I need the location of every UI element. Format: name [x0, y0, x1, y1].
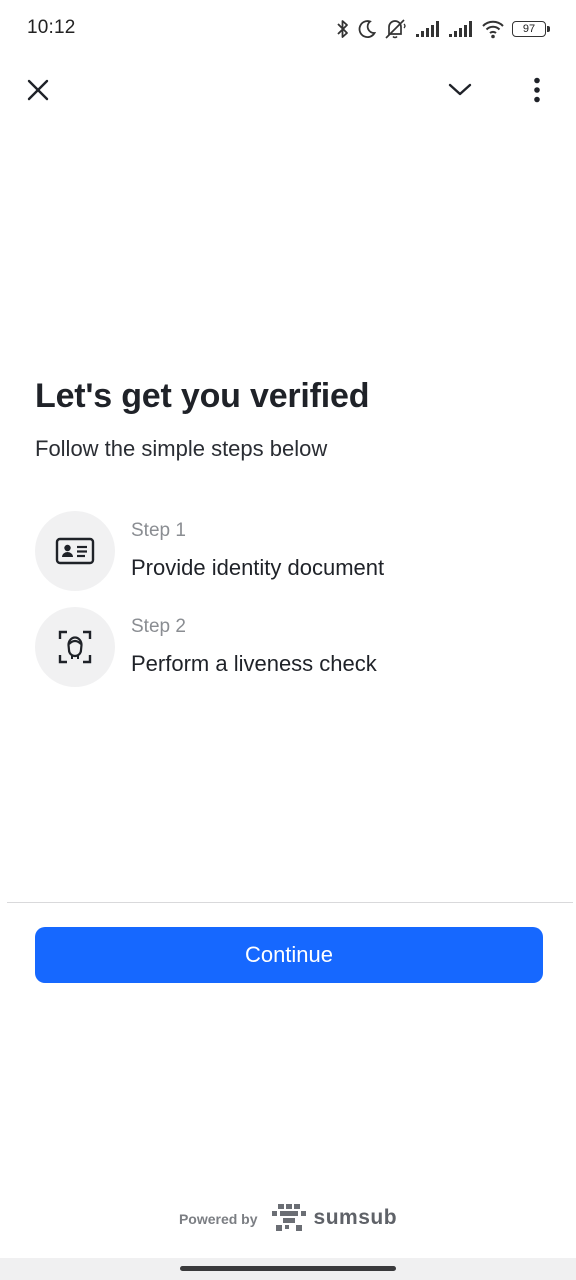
- moon-icon: [358, 20, 377, 38]
- continue-button[interactable]: Continue: [35, 927, 543, 983]
- page-title: Let's get you verified: [35, 377, 370, 415]
- signal-1-icon: [416, 21, 439, 37]
- more-options-button[interactable]: [513, 64, 561, 116]
- page-subtitle: Follow the simple steps below: [35, 436, 328, 461]
- status-bar: 10:12 97: [0, 0, 576, 58]
- step-text: Provide identity document: [131, 555, 385, 580]
- step-icon-circle: [35, 607, 115, 687]
- wifi-icon: [482, 20, 504, 39]
- collapse-button[interactable]: [436, 64, 484, 116]
- step-text: Perform a liveness check: [131, 651, 377, 676]
- more-vert-icon: [534, 77, 540, 103]
- bluetooth-icon: [337, 20, 348, 38]
- brand-name: sumsub: [313, 1206, 398, 1229]
- status-time: 10:12: [27, 17, 76, 38]
- signal-2-icon: [449, 21, 472, 37]
- step-item: Step 2 Perform a liveness check: [35, 607, 545, 687]
- powered-by-label: Powered by: [178, 1211, 258, 1227]
- step-item: Step 1 Provide identity document: [35, 511, 545, 591]
- chevron-down-icon: [448, 83, 472, 96]
- mute-icon: [385, 19, 406, 39]
- divider: [7, 902, 573, 903]
- verification-screen: 10:12 97 Let's get you verified Follow t…: [0, 0, 576, 1280]
- home-indicator[interactable]: [180, 1266, 396, 1271]
- sumsub-logo-icon: [271, 1204, 306, 1231]
- top-app-bar: [0, 64, 576, 116]
- close-icon: [27, 79, 49, 101]
- status-icons: 97: [336, 16, 550, 42]
- sumsub-logo: sumsub: [270, 1203, 398, 1233]
- battery-indicator: 97: [512, 21, 550, 37]
- step-caption: Step 1: [131, 520, 186, 541]
- powered-by-footer: Powered by sumsub: [0, 1200, 576, 1236]
- id-card-icon: [55, 537, 95, 565]
- battery-level: 97: [522, 23, 536, 35]
- step-icon-circle: [35, 511, 115, 591]
- face-scan-icon: [58, 630, 92, 664]
- close-button[interactable]: [14, 64, 62, 116]
- step-caption: Step 2: [131, 616, 186, 637]
